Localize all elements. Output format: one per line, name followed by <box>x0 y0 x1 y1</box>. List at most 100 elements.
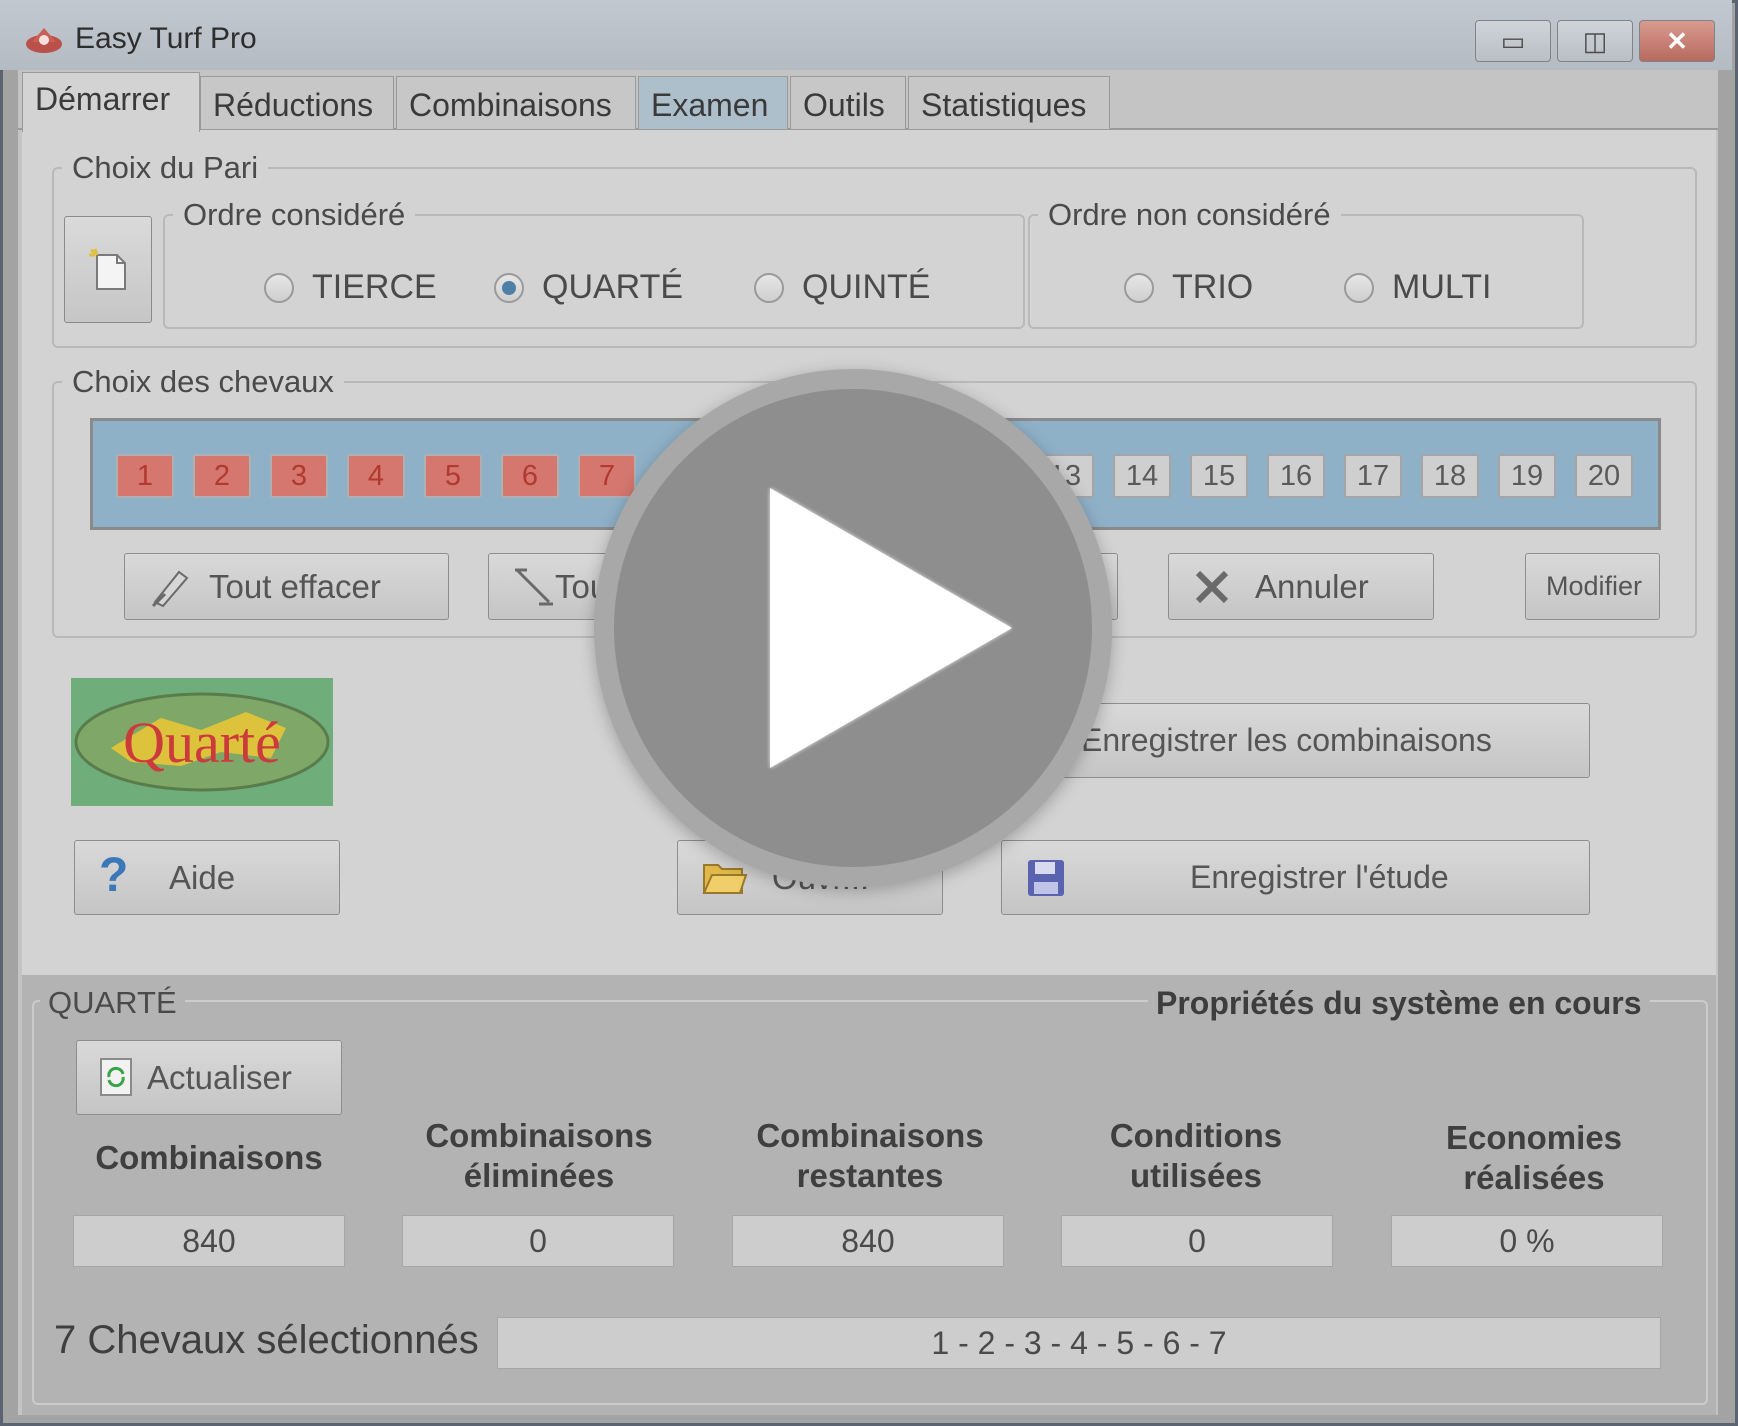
horse-choice-legend: Choix des chevaux <box>72 364 334 399</box>
minimize-icon: ▭ <box>1500 26 1526 56</box>
radio-quarte[interactable]: QUARTÉ <box>494 268 694 308</box>
horse-button-17[interactable]: 17 <box>1344 454 1402 498</box>
stat-header-conditions: Conditions utilisées <box>1046 1116 1346 1196</box>
help-label: Aide <box>169 859 236 896</box>
radio-multi-label: MULTI <box>1392 268 1492 306</box>
horse-button-1[interactable]: 1 <box>116 454 174 498</box>
refresh-label: Actualiser <box>147 1059 292 1096</box>
radio-trio-label: TRIO <box>1172 268 1254 306</box>
refresh-button[interactable]: Actualiser <box>76 1040 342 1115</box>
radio-quarte-indicator <box>494 273 524 303</box>
new-document-icon <box>89 248 126 290</box>
radio-quinte[interactable]: QUINTÉ <box>754 268 954 308</box>
radio-tierce[interactable]: TIERCE <box>264 268 444 308</box>
floppy-disk-icon <box>1028 860 1064 896</box>
close-icon: ✕ <box>1666 26 1688 56</box>
new-study-button[interactable] <box>64 216 152 323</box>
selected-horses-label: 7 Chevaux sélectionnés <box>54 1318 479 1362</box>
unordered-bet-group: Ordre non considéré <box>1028 197 1584 329</box>
stat-header-eliminees: Combinaisons éliminées <box>389 1116 689 1196</box>
horse-button-20[interactable]: 20 <box>1575 454 1633 498</box>
stat-header-line1: Combinaisons <box>425 1117 653 1154</box>
horse-button-3[interactable]: 3 <box>270 454 328 498</box>
eraser-icon <box>151 570 189 608</box>
stat-header-combinaisons: Combinaisons <box>59 1138 359 1178</box>
stat-header-line2: réalisées <box>1463 1159 1605 1196</box>
stat-value-combinaisons: 840 <box>73 1215 345 1267</box>
window-title: Easy Turf Pro <box>75 22 257 55</box>
tab-demarrer[interactable]: Démarrer <box>22 72 200 132</box>
clear-all-button[interactable]: Tout effacer <box>124 553 449 620</box>
title-bar[interactable] <box>0 0 1732 70</box>
horse-button-16[interactable]: 16 <box>1267 454 1325 498</box>
logo-text: Quarté <box>123 710 281 775</box>
refresh-icon <box>100 1058 132 1096</box>
horse-button-15[interactable]: 15 <box>1190 454 1248 498</box>
modify-button[interactable]: Modifier <box>1525 553 1660 620</box>
bet-type-logo: Quarté <box>71 678 333 806</box>
horse-button-5[interactable]: 5 <box>424 454 482 498</box>
stat-header-line1: Combinaisons <box>95 1139 323 1176</box>
stat-header-line2: éliminées <box>463 1157 615 1194</box>
radio-tierce-label: TIERCE <box>312 268 437 306</box>
cancel-label: Annuler <box>1255 568 1369 605</box>
ordered-bet-group: Ordre considéré <box>163 197 1025 329</box>
minimize-button[interactable]: ▭ <box>1475 20 1551 62</box>
radio-trio[interactable]: TRIO <box>1124 268 1274 308</box>
close-button[interactable]: ✕ <box>1639 20 1715 62</box>
save-study-button[interactable]: Enregistrer l'étude <box>1001 840 1590 915</box>
properties-title: Propriétés du système en cours <box>1148 985 1650 1022</box>
tab-combinaisons[interactable]: Combinaisons <box>396 76 636 129</box>
stat-value-eliminees: 0 <box>402 1215 674 1267</box>
cancel-button[interactable]: Annuler <box>1168 553 1434 620</box>
stat-value-economies: 0 % <box>1391 1215 1663 1267</box>
stat-header-line1: Combinaisons <box>756 1117 984 1154</box>
x-icon <box>1195 570 1229 604</box>
help-button[interactable]: ? Aide <box>74 840 340 915</box>
question-icon: ? <box>99 849 129 902</box>
stat-header-line2: restantes <box>796 1157 944 1194</box>
quarte-logo-image: Quarté <box>74 692 330 792</box>
horse-button-19[interactable]: 19 <box>1498 454 1556 498</box>
stat-header-restantes: Combinaisons restantes <box>720 1116 1020 1196</box>
radio-quarte-label: QUARTÉ <box>542 268 684 306</box>
tab-reductions[interactable]: Réductions <box>200 76 394 129</box>
save-combinations-button[interactable]: Enregistrer les combinaisons <box>1040 703 1590 778</box>
save-combinations-label: Enregistrer les combinaisons <box>1081 722 1492 758</box>
pencil-icon <box>515 568 553 606</box>
stat-value-restantes: 840 <box>732 1215 1004 1267</box>
app-logo-icon <box>24 20 64 60</box>
properties-bet-type: QUARTÉ <box>40 985 185 1021</box>
selected-horses-value: 1 - 2 - 3 - 4 - 5 - 6 - 7 <box>497 1317 1661 1369</box>
ordered-bet-legend: Ordre considéré <box>183 197 406 232</box>
horse-button-14[interactable]: 14 <box>1113 454 1171 498</box>
clear-all-label: Tout effacer <box>209 568 381 605</box>
radio-multi-indicator <box>1344 273 1374 303</box>
stat-header-economies: Economies réalisées <box>1384 1118 1684 1198</box>
horse-button-18[interactable]: 18 <box>1421 454 1479 498</box>
tab-statistiques[interactable]: Statistiques <box>908 76 1110 129</box>
maximize-button[interactable]: ◫ <box>1557 20 1633 62</box>
radio-quinte-label: QUINTÉ <box>802 268 931 306</box>
tab-outils[interactable]: Outils <box>790 76 906 129</box>
stat-header-line1: Conditions <box>1109 1117 1283 1154</box>
radio-multi[interactable]: MULTI <box>1344 268 1514 308</box>
bet-choice-legend: Choix du Pari <box>72 150 259 185</box>
horse-button-2[interactable]: 2 <box>193 454 251 498</box>
horse-button-4[interactable]: 4 <box>347 454 405 498</box>
stat-value-conditions: 0 <box>1061 1215 1333 1267</box>
play-icon <box>770 488 1012 768</box>
restore-icon: ◫ <box>1582 26 1608 56</box>
tab-examen[interactable]: Examen <box>638 76 788 129</box>
stat-header-line1: Economies <box>1445 1119 1623 1156</box>
horse-button-6[interactable]: 6 <box>501 454 559 498</box>
unordered-bet-legend: Ordre non considéré <box>1048 197 1331 232</box>
horse-button-7[interactable]: 7 <box>578 454 636 498</box>
folder-open-icon <box>702 864 748 894</box>
radio-tierce-indicator <box>264 273 294 303</box>
radio-trio-indicator <box>1124 273 1154 303</box>
save-study-label: Enregistrer l'étude <box>1190 859 1449 895</box>
radio-quinte-indicator <box>754 273 784 303</box>
modify-label: Modifier <box>1546 571 1643 601</box>
stat-header-line2: utilisées <box>1129 1157 1263 1194</box>
